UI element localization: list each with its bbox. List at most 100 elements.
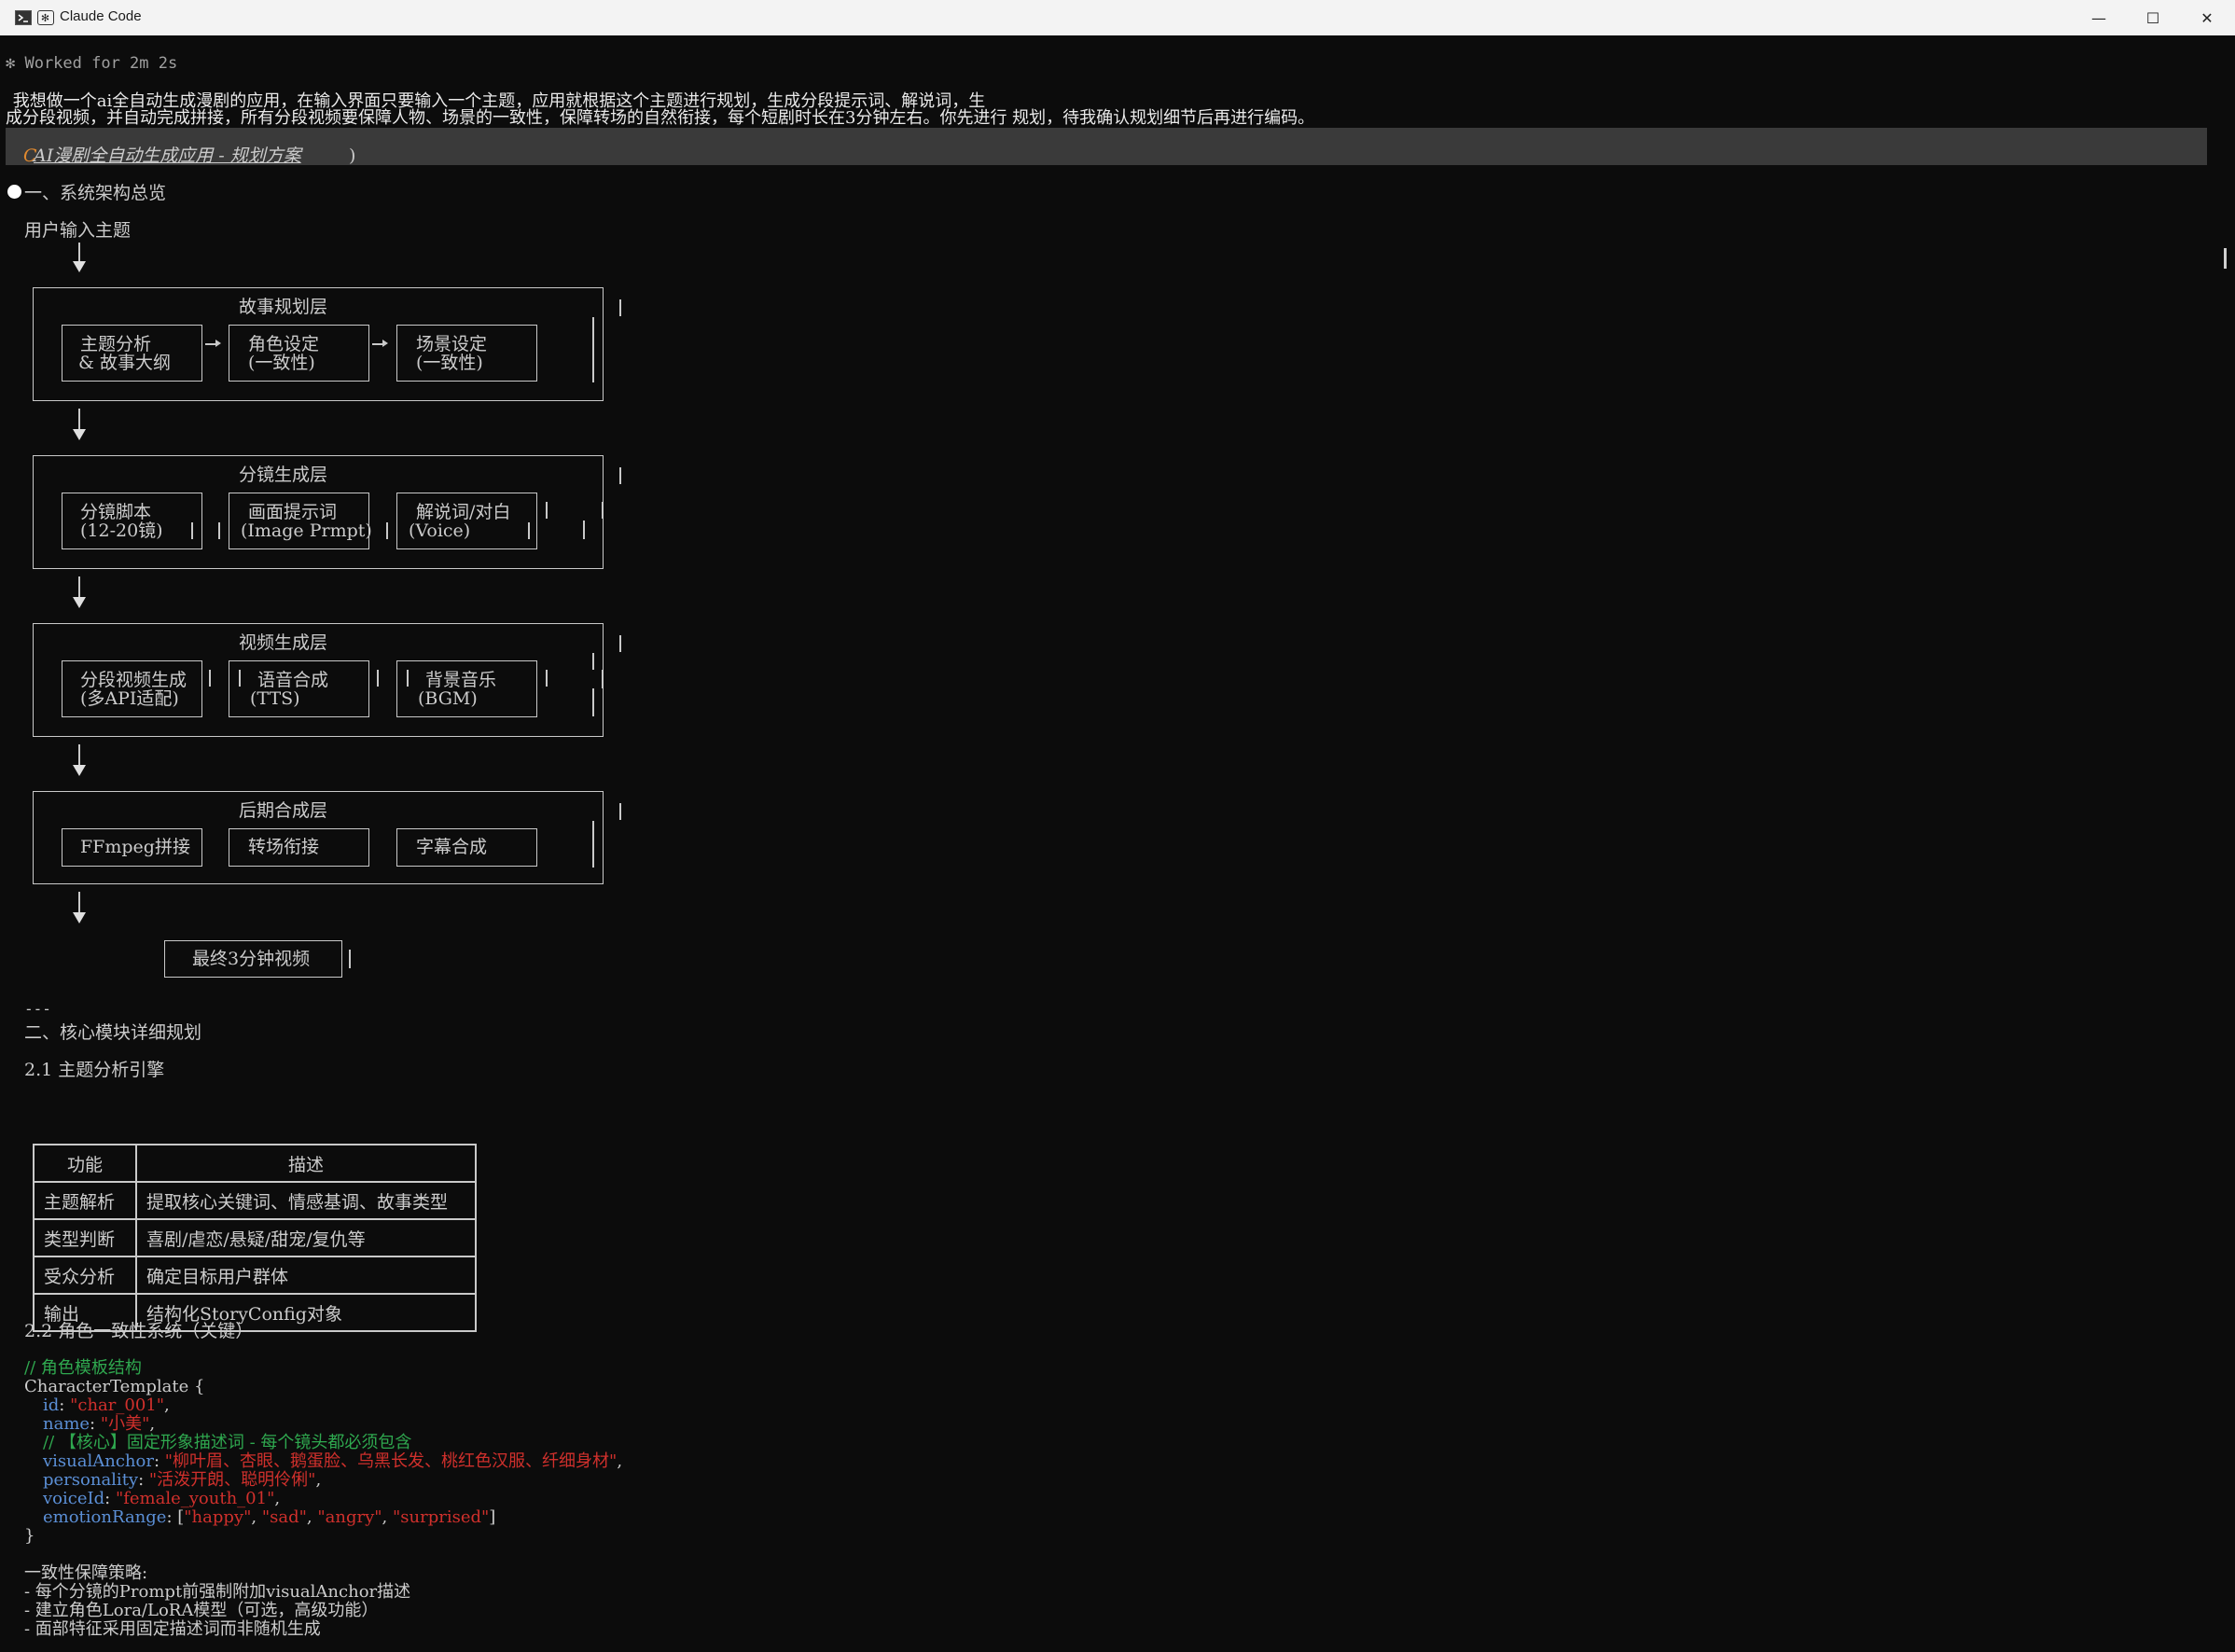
module-label: 分段视频生成: [80, 670, 187, 690]
table-header-cell: 功能: [33, 1144, 137, 1183]
layer-border-fragment: [602, 502, 604, 519]
module-label: 角色设定: [248, 334, 320, 354]
code-value: "小美": [100, 1414, 150, 1434]
layer-border-fragment: [619, 635, 621, 652]
code-value: "happy": [184, 1507, 252, 1527]
code-key: emotionRange: [43, 1507, 167, 1527]
svg-text:✻: ✻: [41, 12, 49, 23]
separator: ---: [24, 1000, 51, 1018]
arrow-down-icon: [73, 912, 86, 923]
layer-border-fragment: [218, 522, 220, 539]
module-label: 转场衔接: [248, 837, 320, 857]
layer-border-fragment: [619, 803, 621, 820]
module-sublabel: (一致性): [416, 353, 483, 373]
response-heading-suffix: ): [349, 146, 356, 166]
strategy-item: - 面部特征采用固定描述词而非随机生成: [24, 1619, 321, 1639]
code-key: voiceId: [43, 1489, 105, 1508]
code-close: }: [24, 1526, 35, 1546]
layer-border-fragment: [583, 521, 585, 539]
close-icon: ✕: [2200, 8, 2214, 27]
table-header-row: 功能 描述: [33, 1144, 477, 1183]
module-label: 背景音乐: [425, 670, 497, 690]
table-cell: 受众分析: [33, 1256, 137, 1295]
layer-border-fragment: [377, 670, 379, 687]
layer-border-fragment: [592, 688, 594, 716]
subsection-2-2-title: 2.2 角色一致性系统（关键）: [24, 1321, 254, 1341]
feature-table: 功能 描述 主题解析 提取核心关键词、情感基调、故事类型 类型判断 喜剧/虐恋/…: [33, 1144, 477, 1332]
close-button[interactable]: ✕: [2181, 0, 2233, 35]
input-label: 用户输入主题: [24, 220, 132, 241]
layer-border-fragment: [386, 522, 388, 539]
code-comment: // 角色模板结构: [24, 1358, 142, 1378]
window-titlebar: ✻ Claude Code — ☐ ✕: [0, 0, 2235, 36]
code-value: "柳叶眉、杏眼、鹅蛋脸、乌黑长发、桃红色汉服、纤细身材": [164, 1451, 618, 1471]
module-sublabel: (BGM): [418, 688, 478, 709]
minimize-button[interactable]: —: [2073, 0, 2125, 35]
arrow-down-icon: [73, 765, 86, 776]
code-value: "angry": [317, 1507, 382, 1527]
layer-border-fragment: [619, 299, 621, 316]
module-label: 字幕合成: [416, 837, 488, 857]
terminal-output[interactable]: ✻ Worked for 2m 2s 我想做一个ai全自动生成漫剧的应用，在输入…: [0, 35, 2214, 1652]
layer-border-fragment: [239, 670, 241, 687]
module-sublabel: (Voice): [409, 521, 471, 541]
window-title: Claude Code: [60, 8, 142, 24]
response-bullet-icon: [7, 185, 21, 199]
code-value: "活泼开朗、聪明伶俐": [148, 1470, 316, 1490]
layer-title: 后期合成层: [239, 800, 328, 821]
code-value: "surprised": [392, 1507, 490, 1527]
table-cell: 类型判断: [33, 1218, 137, 1257]
flow-arrow: [78, 576, 80, 597]
layer-border-fragment: [528, 522, 530, 539]
table-cell: 喜剧/虐恋/悬疑/甜宠/复仇等: [135, 1218, 477, 1257]
module-sublabel: (TTS): [250, 688, 300, 709]
code-key: personality: [43, 1470, 139, 1490]
strategy-item: - 每个分镜的Prompt前强制附加visualAnchor描述: [24, 1582, 411, 1602]
maximize-icon: ☐: [2145, 8, 2160, 27]
code-line: visualAnchor: "柳叶眉、杏眼、鹅蛋脸、乌黑长发、桃红色汉服、纤细身…: [43, 1451, 623, 1471]
code-declaration: CharacterTemplate {: [24, 1377, 205, 1396]
code-line: id: "char_001",: [43, 1395, 170, 1415]
table-cell: 主题解析: [33, 1181, 137, 1220]
final-output-label: 最终3分钟视频: [192, 949, 311, 969]
claude-icon: ✻: [37, 10, 54, 25]
layer-border-fragment: [546, 670, 548, 687]
table-row: 主题解析 提取核心关键词、情感基调、故事类型: [33, 1181, 477, 1220]
maximize-button[interactable]: ☐: [2127, 0, 2179, 35]
layer-border-fragment: [407, 670, 409, 687]
layer-title: 视频生成层: [239, 632, 328, 653]
layer-border-fragment: [349, 950, 351, 968]
code-comment: // 【核心】固定形象描述词 - 每个镜头都必须包含: [43, 1433, 412, 1452]
module-label: 语音合成: [257, 670, 329, 690]
work-status: ✻ Worked for 2m 2s: [6, 54, 178, 73]
table-cell: 确定目标用户群体: [135, 1256, 477, 1295]
scrollbar-thumb[interactable]: [2224, 248, 2227, 269]
scrollbar[interactable]: [2214, 35, 2235, 1652]
module-label: 场景设定: [416, 334, 488, 354]
layer-border-fragment: [592, 653, 594, 670]
module-sublabel: (12-20镜): [80, 521, 163, 541]
code-key: id: [43, 1395, 60, 1415]
arrow-right-icon: [372, 340, 388, 346]
module-label: 分镜脚本: [80, 502, 152, 522]
code-key: name: [43, 1414, 90, 1434]
arrow-down-icon: [73, 597, 86, 608]
module-sublabel: (一致性): [248, 353, 315, 373]
module-label: 主题分析: [80, 334, 152, 354]
flow-arrow: [78, 892, 80, 912]
code-line: personality: "活泼开朗、聪明伶俐",: [43, 1470, 322, 1490]
code-line: voiceId: "female_youth_01",: [43, 1489, 281, 1508]
table-row: 受众分析 确定目标用户群体: [33, 1256, 477, 1295]
arrow-down-icon: [73, 261, 86, 272]
flow-arrow: [78, 243, 80, 261]
flow-arrow: [78, 744, 80, 765]
module-label: FFmpeg拼接: [80, 837, 190, 857]
module-sublabel: & 故事大纲: [78, 353, 171, 373]
layer-border-fragment: [592, 821, 594, 868]
arrow-right-icon: [205, 340, 221, 346]
table-header-cell: 描述: [135, 1144, 477, 1183]
strategy-title: 一致性保障策略:: [24, 1563, 148, 1583]
code-value: "sad": [261, 1507, 307, 1527]
strategy-item: - 建立角色Lora/LoRA模型（可选，高级功能）: [24, 1601, 379, 1620]
section-1-title: 一、系统架构总览: [24, 183, 167, 203]
